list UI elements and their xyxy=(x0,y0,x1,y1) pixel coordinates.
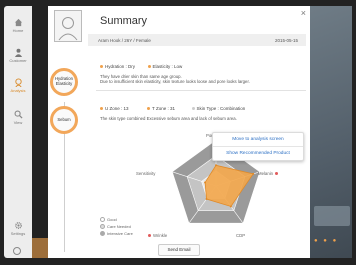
hydration-ring-label: Hydration Elasticity xyxy=(55,76,73,86)
magnifier-icon xyxy=(14,110,23,119)
radar-label-wrinkle: Wrinkle xyxy=(148,233,167,238)
customer-info: Aram Hook / 26Y / Female xyxy=(98,38,151,43)
status-dot-icon xyxy=(191,107,195,111)
sidebar-item-analysis[interactable]: Analysis xyxy=(4,78,32,93)
user-silhouette-icon xyxy=(58,17,78,41)
page-title: Summary xyxy=(100,15,148,27)
status-dot-icon xyxy=(100,65,103,69)
sidebar-item-label: Home xyxy=(12,28,24,33)
sidebar: Home Customer Analysis View Settings xyxy=(4,6,32,258)
legend-swatch-icon xyxy=(100,217,105,223)
power-icon[interactable] xyxy=(13,247,21,255)
sidebar-item-view[interactable]: View xyxy=(4,110,32,125)
house-icon xyxy=(14,18,22,27)
sidebar-item-customer[interactable]: Customer xyxy=(4,48,32,63)
sidebar-item-label: Analysis xyxy=(10,88,26,93)
sebum-ring[interactable]: Sebum xyxy=(50,106,78,134)
u-zone-value: U Zone : 13 xyxy=(105,106,129,111)
legend-item: Intensive Care xyxy=(100,230,133,237)
background-dots: ● ● ● xyxy=(314,238,339,244)
send-email-button[interactable]: Send Email xyxy=(158,244,200,256)
gear-icon xyxy=(14,222,22,229)
show-recommended-item[interactable]: Show Recommended Product xyxy=(213,147,303,160)
legend-item: Good xyxy=(100,216,133,223)
sidebar-item-label: View xyxy=(13,120,23,125)
hydration-status-row: Hydration : Dry Elasticity : Low xyxy=(100,64,182,69)
skin-type-value: Skin Type : Combination xyxy=(196,106,246,111)
context-menu: Move to analysis screen Show Recommended… xyxy=(212,132,304,161)
status-dot-icon xyxy=(147,65,151,69)
face-icon xyxy=(14,78,22,87)
radar-point xyxy=(229,205,232,208)
t-zone-value: T Zone : 31 xyxy=(152,106,175,111)
sebum-ring-label: Sebum xyxy=(57,116,71,122)
sidebar-item-label: Settings xyxy=(10,231,26,236)
background-card xyxy=(314,206,350,226)
legend-swatch-icon xyxy=(100,231,105,237)
move-to-analysis-item[interactable]: Move to analysis screen xyxy=(213,133,303,146)
divider xyxy=(96,90,306,91)
legend-swatch-icon xyxy=(100,224,105,230)
radar-point xyxy=(204,181,207,184)
hydration-description: They have drier skin than same age group… xyxy=(100,74,250,85)
status-dot-icon xyxy=(147,107,151,111)
close-icon[interactable]: × xyxy=(301,8,306,18)
alert-dot-icon xyxy=(148,234,151,238)
elasticity-value: Elasticity : Low xyxy=(152,64,183,69)
status-dot-icon xyxy=(100,107,103,111)
alert-dot-icon xyxy=(275,172,279,176)
person-icon xyxy=(14,48,22,57)
avatar xyxy=(54,10,82,42)
radar-point xyxy=(215,164,217,167)
sebum-description: The skin type combined Excessive sebum a… xyxy=(100,116,237,121)
sebum-status-row: U Zone : 13 T Zone : 31 Skin Type : Comb… xyxy=(100,106,245,111)
radar-label-sensitivity: Sensitivity xyxy=(136,171,156,176)
hydration-ring[interactable]: Hydration Elasticity xyxy=(50,68,78,96)
sidebar-item-label: Customer xyxy=(9,58,27,63)
customer-info-bar: Aram Hook / 26Y / Female 2015-05-15 xyxy=(88,34,306,46)
report-date: 2015-05-15 xyxy=(274,38,298,43)
sidebar-item-settings[interactable]: Settings xyxy=(4,221,32,236)
radar-label-melanin: Melanin xyxy=(258,171,280,176)
hydration-value: Hydration : Dry xyxy=(105,64,136,69)
radar-label-cdp: CDP xyxy=(236,233,246,238)
legend-item: Care Needed xyxy=(100,223,133,230)
legend: Good Care Needed Intensive Care xyxy=(100,216,133,237)
radar-point xyxy=(252,172,255,175)
background-panel: ● ● ● xyxy=(308,6,352,258)
radar-point xyxy=(205,198,208,201)
sidebar-item-home[interactable]: Home xyxy=(4,18,32,33)
